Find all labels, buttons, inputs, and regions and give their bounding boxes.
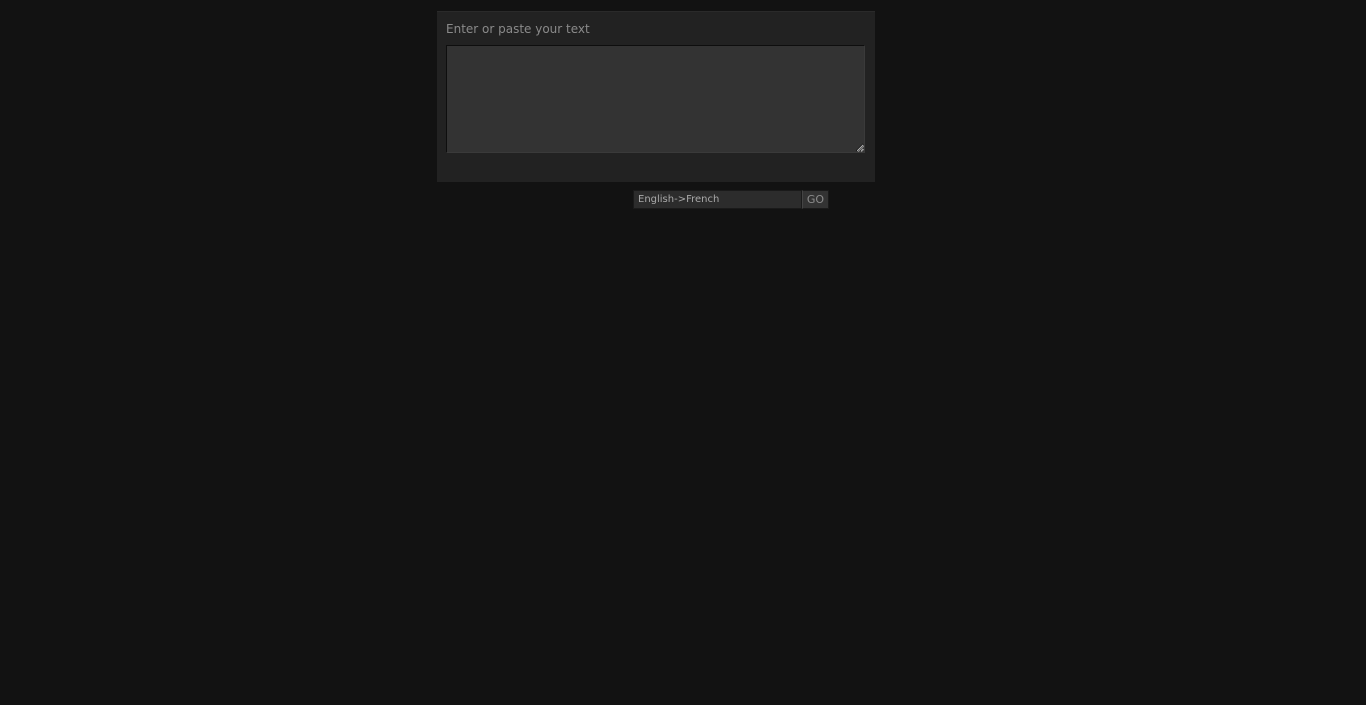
translate-controls: English->French GO bbox=[633, 190, 829, 209]
language-pair-select[interactable]: English->French bbox=[633, 190, 802, 209]
go-button[interactable]: GO bbox=[802, 190, 829, 209]
source-text-input[interactable] bbox=[446, 45, 865, 153]
input-label: Enter or paste your text bbox=[446, 22, 590, 36]
text-input-panel: Enter or paste your text bbox=[437, 11, 875, 182]
